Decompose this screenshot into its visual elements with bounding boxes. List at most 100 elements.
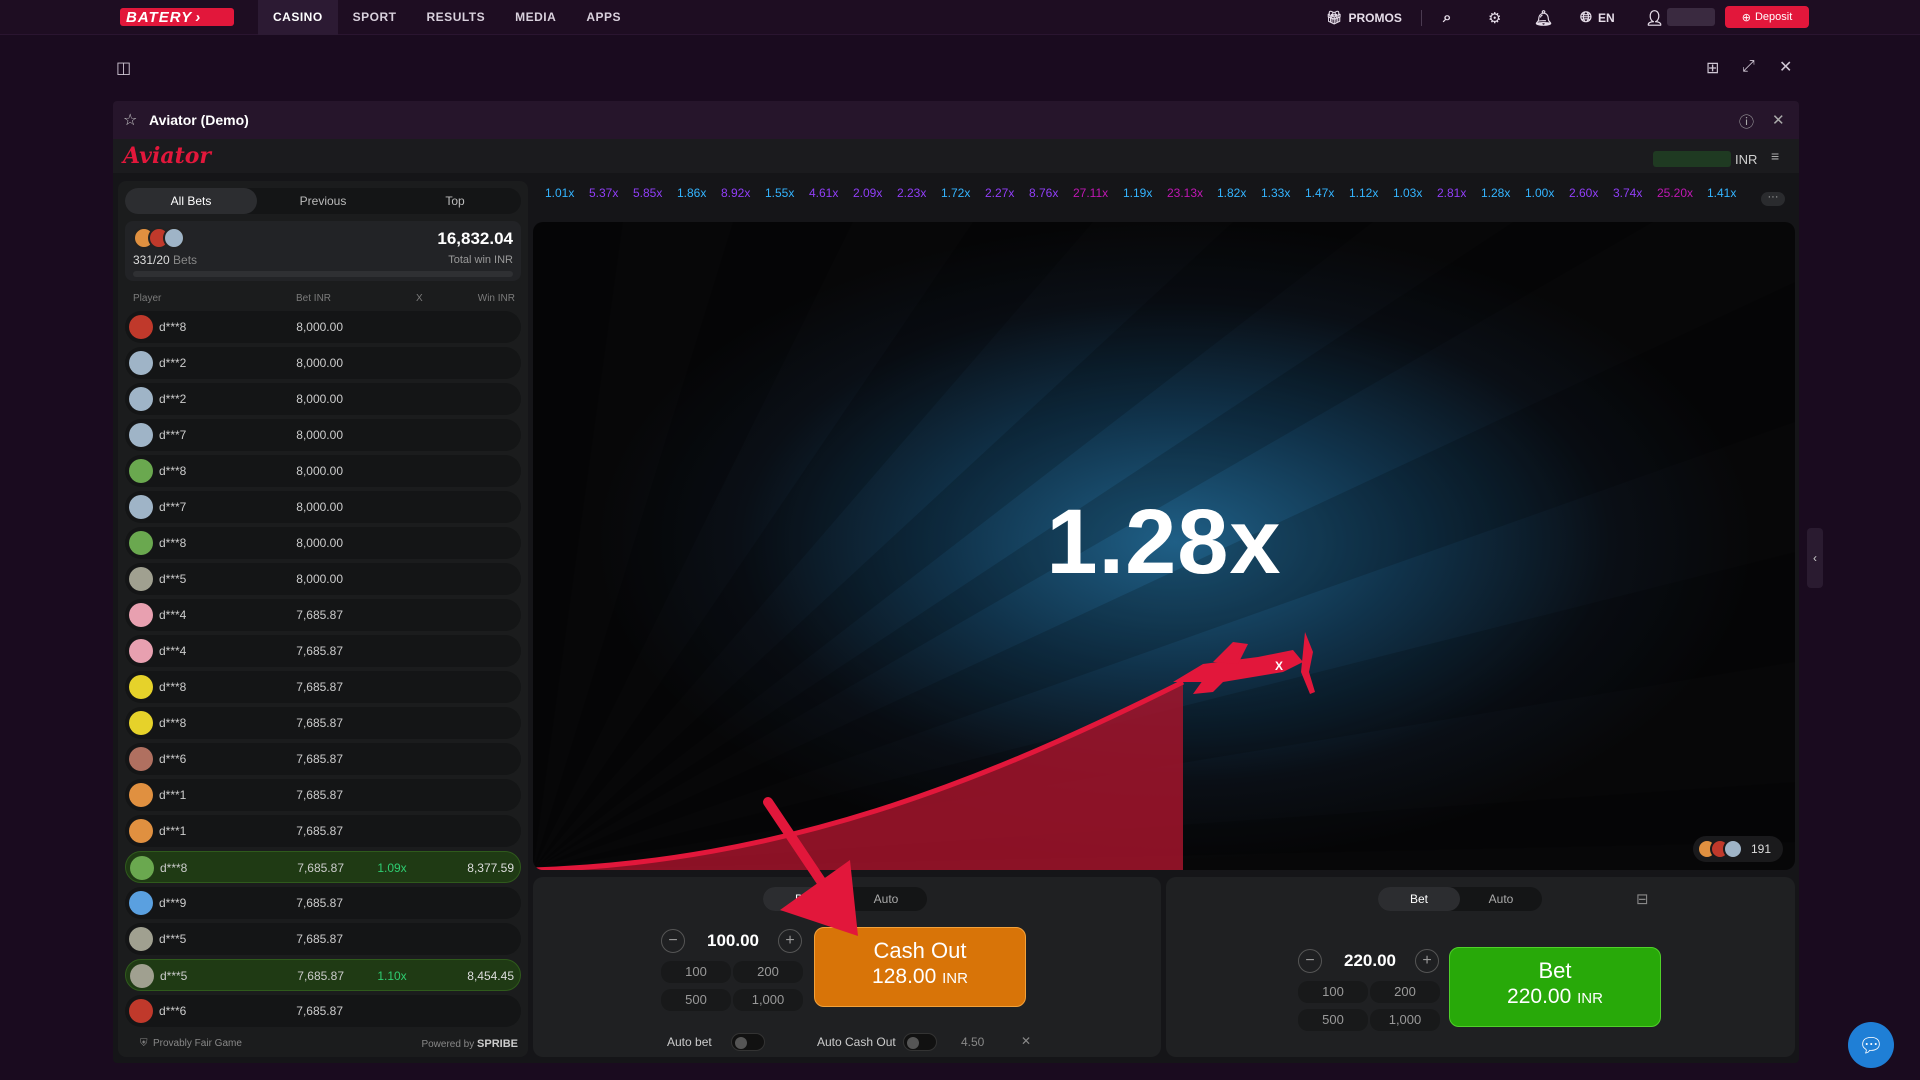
tab-previous[interactable]: Previous: [257, 188, 389, 214]
history-multiplier[interactable]: 25.20x: [1657, 186, 1693, 200]
quick-amount-100-1[interactable]: 100: [661, 961, 731, 983]
history-multiplier[interactable]: 5.37x: [589, 186, 618, 200]
promos-link[interactable]: 🎁︎ PROMOS: [1326, 0, 1402, 35]
side-collapse-tab[interactable]: ‹: [1807, 528, 1823, 588]
quick-amount-200-2[interactable]: 200: [1370, 981, 1440, 1003]
bet-value: 8,000.00: [296, 428, 343, 442]
remove-panel-icon[interactable]: ⊟: [1636, 890, 1649, 908]
batery-logo[interactable]: BATERY ›: [120, 8, 234, 26]
decrease-button-2[interactable]: −: [1298, 949, 1322, 973]
avatar: [129, 351, 153, 375]
history-multiplier[interactable]: 1.28x: [1481, 186, 1510, 200]
history-multiplier[interactable]: 1.01x: [545, 186, 574, 200]
tab-auto-1[interactable]: Auto: [845, 887, 927, 911]
provably-fair-link[interactable]: Provably Fair Game: [153, 1038, 242, 1049]
deposit-label: Deposit: [1754, 11, 1793, 23]
tab-auto-2[interactable]: Auto: [1460, 887, 1542, 911]
tab-all-bets[interactable]: All Bets: [125, 188, 257, 214]
cash-out-button[interactable]: Cash Out 128.00 INR: [814, 927, 1026, 1007]
star-icon[interactable]: ☆: [123, 110, 137, 130]
clear-icon[interactable]: ✕: [1021, 1034, 1031, 1048]
avatar: [129, 747, 153, 771]
avatar: [129, 315, 153, 339]
history-multiplier[interactable]: 2.09x: [853, 186, 882, 200]
more-history-icon[interactable]: ···: [1761, 192, 1785, 206]
tab-bet-2[interactable]: Bet: [1378, 887, 1460, 911]
win-value: 8,454.45: [467, 969, 514, 983]
history-multiplier[interactable]: 1.47x: [1305, 186, 1334, 200]
history-multiplier[interactable]: 3.74x: [1613, 186, 1642, 200]
history-multiplier[interactable]: 23.13x: [1167, 186, 1203, 200]
bet-amount-2[interactable]: 220.00: [1328, 951, 1412, 971]
nav-casino[interactable]: CASINO: [258, 0, 338, 35]
bet-value: 8,000.00: [296, 392, 343, 406]
history-multiplier[interactable]: 1.55x: [765, 186, 794, 200]
quick-amount-500-2[interactable]: 500: [1298, 1009, 1368, 1031]
settings-button[interactable]: ⚙: [1488, 0, 1501, 35]
close-window-icon[interactable]: ✕: [1772, 111, 1785, 129]
history-multiplier[interactable]: 1.72x: [941, 186, 970, 200]
nav-sport[interactable]: SPORT: [338, 0, 412, 35]
menu-icon[interactable]: ≡: [1771, 148, 1779, 164]
table-row: d***9 7,685.87: [125, 887, 521, 919]
tab-bet-1[interactable]: Bet: [763, 887, 845, 911]
history-multiplier[interactable]: 8.92x: [721, 186, 750, 200]
search-button[interactable]: ⌕: [1443, 0, 1451, 35]
bet-button[interactable]: Bet 220.00 INR: [1449, 947, 1661, 1027]
quick-amount-500-1[interactable]: 500: [661, 989, 731, 1011]
avatar: [129, 891, 153, 915]
nav-results[interactable]: RESULTS: [412, 0, 501, 35]
info-icon[interactable]: ⓘ: [1739, 111, 1754, 132]
quick-amount-1000-1[interactable]: 1,000: [733, 989, 803, 1011]
avatar: [129, 531, 153, 555]
table-row: d***6 7,685.87: [125, 743, 521, 775]
history-multiplier[interactable]: 1.19x: [1123, 186, 1152, 200]
player-name: d***1: [159, 824, 187, 838]
history-multiplier[interactable]: 1.41x: [1707, 186, 1736, 200]
fullscreen-icon[interactable]: ⤢: [1742, 58, 1755, 76]
increase-button-2[interactable]: +: [1415, 949, 1439, 973]
history-multiplier[interactable]: 1.82x: [1217, 186, 1246, 200]
history-multiplier[interactable]: 2.23x: [897, 186, 926, 200]
bet-value: 7,685.87: [296, 680, 343, 694]
avatar: [129, 675, 153, 699]
history-multiplier[interactable]: 1.33x: [1261, 186, 1290, 200]
history-multiplier[interactable]: 5.85x: [633, 186, 662, 200]
history-multiplier[interactable]: 1.12x: [1349, 186, 1378, 200]
history-multiplier[interactable]: 2.81x: [1437, 186, 1466, 200]
auto-cashout-toggle[interactable]: [903, 1033, 937, 1051]
nav-apps[interactable]: APPS: [571, 0, 636, 35]
auto-cashout-value[interactable]: 4.50: [961, 1035, 984, 1049]
total-win-label: Total win INR: [448, 254, 513, 266]
history-multiplier[interactable]: 1.00x: [1525, 186, 1554, 200]
col-x: X: [416, 293, 423, 304]
tab-top[interactable]: Top: [389, 188, 521, 214]
quick-amount-100-2[interactable]: 100: [1298, 981, 1368, 1003]
chat-button[interactable]: 💬︎: [1848, 1022, 1894, 1068]
table-row: d***6 7,685.87: [125, 995, 521, 1027]
history-multiplier[interactable]: 8.76x: [1029, 186, 1058, 200]
deposit-button[interactable]: ⊕ Deposit: [1725, 6, 1809, 28]
account-button[interactable]: 👤︎: [1645, 0, 1664, 35]
quick-amount-200-1[interactable]: 200: [733, 961, 803, 983]
sidebar-toggle-icon[interactable]: ◫: [116, 58, 131, 78]
player-avatars: [1697, 839, 1743, 859]
history-multiplier[interactable]: 1.86x: [677, 186, 706, 200]
auto-bet-toggle[interactable]: [731, 1033, 765, 1051]
quick-amount-1000-2[interactable]: 1,000: [1370, 1009, 1440, 1031]
notifications-button[interactable]: 🔔︎: [1534, 0, 1553, 35]
grid-view-icon[interactable]: ⊞: [1706, 58, 1719, 78]
history-multiplier[interactable]: 4.61x: [809, 186, 838, 200]
bet-amount-1[interactable]: 100.00: [691, 931, 775, 951]
increase-button-1[interactable]: +: [778, 929, 802, 953]
bets-panel: All Bets Previous Top 331/20 Bets 16,832…: [118, 181, 528, 1057]
table-row: d***1 7,685.87: [125, 815, 521, 847]
nav-media[interactable]: MEDIA: [500, 0, 571, 35]
close-icon[interactable]: ✕: [1779, 57, 1792, 77]
decrease-button-1[interactable]: −: [661, 929, 685, 953]
history-multiplier[interactable]: 2.27x: [985, 186, 1014, 200]
history-multiplier[interactable]: 2.60x: [1569, 186, 1598, 200]
language-selector[interactable]: 🌐︎ EN: [1580, 0, 1615, 35]
history-multiplier[interactable]: 27.11x: [1073, 186, 1108, 200]
history-multiplier[interactable]: 1.03x: [1393, 186, 1422, 200]
